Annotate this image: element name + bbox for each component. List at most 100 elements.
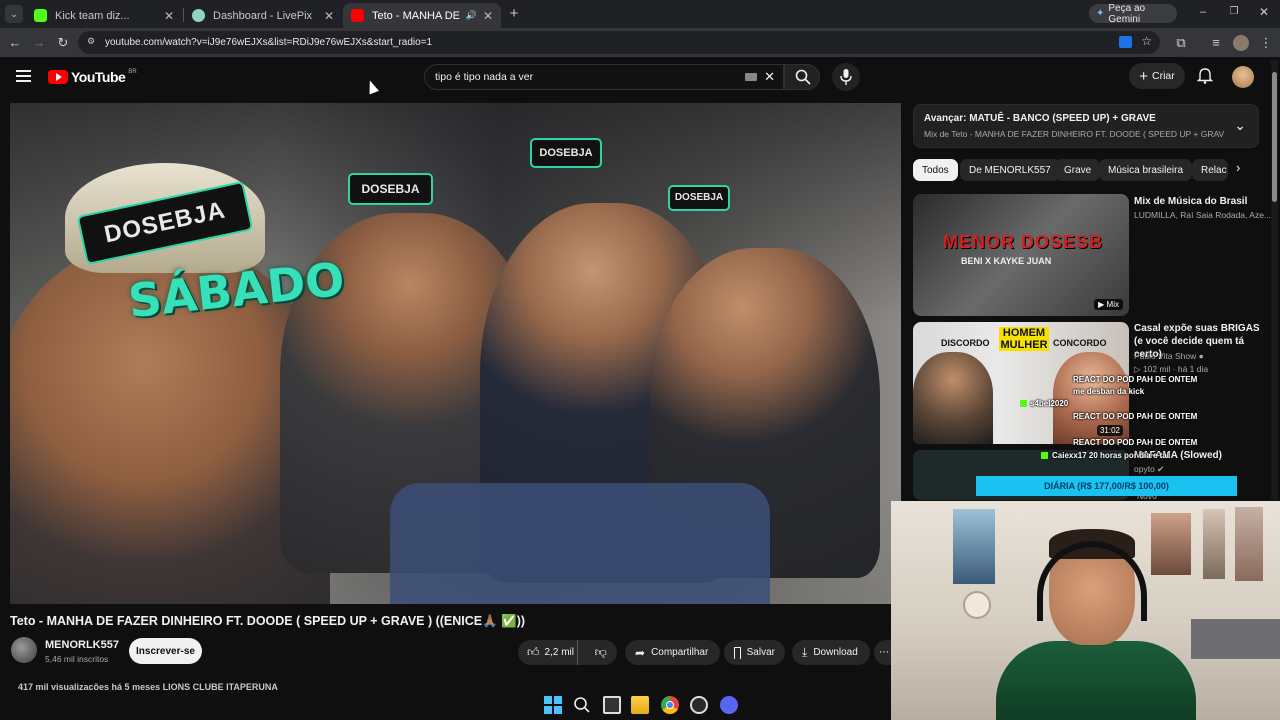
thumbs-down-icon: 👎︎ xyxy=(594,645,607,659)
webcam-feed xyxy=(891,501,1280,720)
close-window-button[interactable]: ✕ xyxy=(1256,5,1272,21)
thumbs-up-icon: 👍︎ xyxy=(527,645,540,659)
shorts-blue-overlay xyxy=(390,483,770,604)
hamburger-menu-icon[interactable] xyxy=(16,70,31,82)
sunglasses-sticker: DOSEBJA xyxy=(348,173,433,205)
duration-badge: 31:02 xyxy=(1096,425,1123,436)
chat-message: me desban da kick xyxy=(1073,387,1145,396)
chip-grave[interactable]: Grave xyxy=(1055,159,1101,181)
video-player[interactable]: DOSEBJA DOSEBJA DOSEBJA DOSEBJA SÁBADO xyxy=(10,103,901,604)
recommendation-title[interactable]: Mix de Música do Brasil xyxy=(1134,195,1264,208)
chip-musica-brasileira[interactable]: Música brasileira xyxy=(1099,159,1193,181)
shelf xyxy=(1191,619,1280,659)
kick-icon xyxy=(34,9,47,22)
chat-message: REACT DO POD PAH DE ONTEM xyxy=(1073,375,1198,384)
menu-dots-icon[interactable]: ⋮ xyxy=(1257,34,1275,52)
bookmark-icon xyxy=(734,646,741,659)
browser-tab-youtube[interactable]: Teto - MANHA DE FAZER D 🔊 ✕ xyxy=(343,3,501,28)
keyboard-icon[interactable] xyxy=(745,73,757,81)
account-avatar[interactable] xyxy=(1232,66,1254,88)
browser-tab-kick[interactable]: Kick team diz... ✕ xyxy=(26,3,182,28)
new-tab-button[interactable]: + xyxy=(505,5,523,23)
gemini-button[interactable]: ✦ Peça ao Gemini xyxy=(1089,3,1177,25)
sunglasses-sticker: DOSEBJA xyxy=(530,138,602,168)
chrome-icon[interactable] xyxy=(661,696,679,714)
share-button[interactable]: ➦ Compartilhar xyxy=(625,640,720,665)
like-dislike-group: 👍︎ 2,2 mil 👎︎ xyxy=(518,640,617,665)
video-title: Teto - MANHA DE FAZER DINHEIRO FT. DOODE… xyxy=(10,614,526,628)
donation-goal-bar: DIÁRIA (R$ 177,00/R$ 100,00) xyxy=(976,476,1237,496)
create-button[interactable]: + Criar xyxy=(1129,63,1185,89)
scrollbar-thumb[interactable] xyxy=(1272,72,1277,202)
page-scrollbar[interactable] xyxy=(1271,60,1278,500)
close-icon[interactable]: ✕ xyxy=(324,9,334,23)
browser-tab-livepix[interactable]: Dashboard - LivePix ✕ xyxy=(184,3,342,28)
wall-poster xyxy=(1151,513,1191,575)
notifications-bell-icon[interactable] xyxy=(1196,68,1214,84)
search-button[interactable] xyxy=(784,64,820,90)
back-icon[interactable]: ← xyxy=(6,34,24,52)
share-arrow-icon: ➦ xyxy=(635,645,646,660)
recommendation-thumbnail[interactable]: MENOR DOSESB BENI X KAYKE JUAN ▶ Mix xyxy=(913,194,1129,316)
file-explorer-icon[interactable] xyxy=(631,696,649,714)
bookmark-star-icon[interactable]: ☆ xyxy=(1141,34,1152,48)
windows-start-icon[interactable] xyxy=(544,696,562,714)
download-button[interactable]: ⤓ Download xyxy=(792,640,870,665)
task-view-icon[interactable] xyxy=(603,696,621,714)
youtube-icon xyxy=(351,9,364,22)
up-next-card[interactable]: Avançar: MATUÊ - BANCO (SPEED UP) + GRAV… xyxy=(913,104,1259,148)
browser-tab-strip: ⌄ Kick team diz... ✕ Dashboard - LivePix… xyxy=(0,0,1280,28)
microphone-icon xyxy=(840,69,852,85)
tab-search-button[interactable]: ⌄ xyxy=(5,5,23,23)
extensions-icon[interactable]: ⧉ xyxy=(1172,34,1190,52)
search-icon[interactable] xyxy=(573,696,591,714)
recommendation-meta: ▷ 102 mil · há 1 dia xyxy=(1134,364,1209,374)
dislike-button[interactable]: 👎︎ xyxy=(584,640,617,665)
wall-poster xyxy=(953,509,995,584)
chip-channel[interactable]: De MENORLK557 xyxy=(960,159,1060,181)
like-button[interactable]: 👍︎ 2,2 mil xyxy=(518,640,579,665)
voice-search-button[interactable] xyxy=(832,63,860,91)
close-icon[interactable]: ✕ xyxy=(164,9,174,23)
youtube-logo[interactable]: YouTube BR xyxy=(48,69,137,85)
chip-relacionados[interactable]: Relac xyxy=(1192,159,1228,181)
maximize-button[interactable]: ❐ xyxy=(1226,6,1242,22)
reload-icon[interactable]: ↻ xyxy=(54,34,72,52)
channel-avatar[interactable] xyxy=(11,637,37,663)
save-button[interactable]: Salvar xyxy=(724,640,785,665)
speaker-icon[interactable]: 🔊 xyxy=(466,10,477,21)
subscriber-count: 5,46 mil inscritos xyxy=(45,654,109,664)
sunglasses-sticker: DOSEBJA xyxy=(668,185,730,211)
person-silhouette xyxy=(913,352,993,444)
address-bar[interactable]: ⚙ youtube.com/watch?v=iJ9e76wEJXs&list=R… xyxy=(78,31,1160,54)
discord-icon[interactable] xyxy=(720,696,738,714)
search-input[interactable]: tipo é tipo nada a ver ✕ xyxy=(424,64,784,90)
cast-icon[interactable] xyxy=(1119,36,1132,48)
close-icon[interactable]: ✕ xyxy=(483,9,493,23)
forward-icon[interactable]: → xyxy=(30,34,48,52)
chips-next-arrow-icon[interactable]: › xyxy=(1236,160,1240,175)
wall-clock xyxy=(963,591,991,619)
chat-message: REACT DO POD PAH DE ONTEM xyxy=(1073,438,1198,447)
kick-badge-icon xyxy=(1020,400,1027,407)
livepix-icon xyxy=(192,9,205,22)
verified-icon: ● xyxy=(1198,351,1204,361)
minimize-button[interactable]: – xyxy=(1195,6,1211,22)
subscribe-button[interactable]: Inscrever-se xyxy=(129,638,202,664)
recommendation-meta: LUDMILLA, Raí Saia Rodada, Aze... xyxy=(1134,210,1272,220)
more-actions-button[interactable]: ⋯ xyxy=(874,640,891,665)
clear-search-icon[interactable]: ✕ xyxy=(764,65,775,89)
plus-icon: + xyxy=(1139,67,1148,85)
obs-icon[interactable] xyxy=(690,696,708,714)
channel-name[interactable]: MENORLK557 xyxy=(45,639,119,651)
media-control-icon[interactable]: ≡ xyxy=(1207,34,1225,52)
windows-taskbar xyxy=(525,690,755,720)
wall-poster xyxy=(1235,507,1263,581)
views-line: 417 mil visualizações há 5 meses LIONS C… xyxy=(18,682,278,690)
site-info-icon[interactable]: ⚙ xyxy=(87,36,99,48)
chevron-down-icon[interactable]: ⌄ xyxy=(1234,117,1246,134)
profile-avatar[interactable] xyxy=(1233,35,1249,51)
streamer-body xyxy=(996,641,1196,720)
kick-badge-icon xyxy=(1041,452,1048,459)
chip-todos[interactable]: Todos xyxy=(913,159,958,181)
